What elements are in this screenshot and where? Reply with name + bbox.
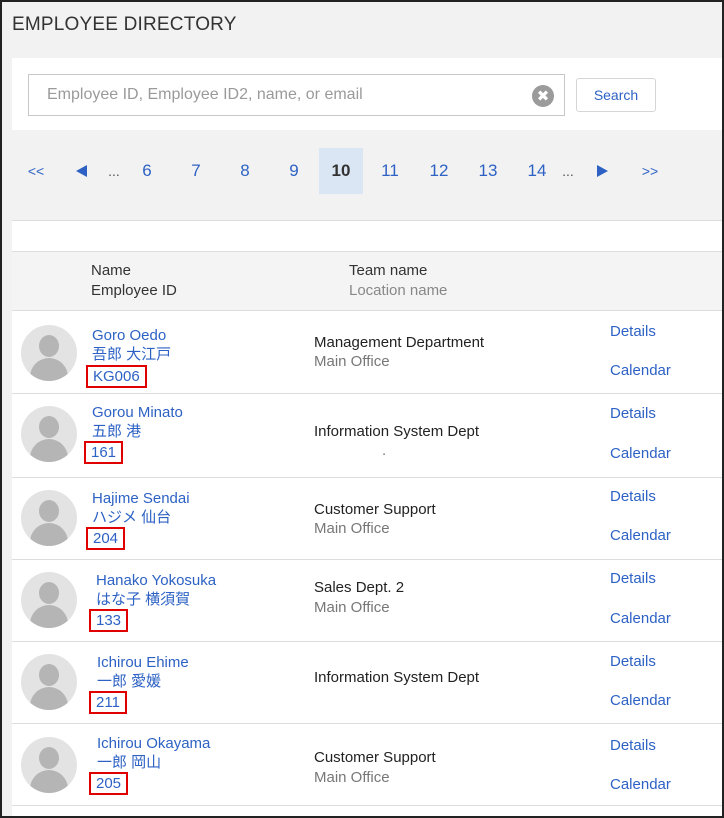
- employee-name-jp-link[interactable]: 五郎 港: [92, 422, 141, 441]
- avatar: [21, 406, 77, 462]
- location-name: Main Office: [314, 353, 390, 370]
- details-link[interactable]: Details: [610, 570, 656, 587]
- employee-name-link[interactable]: Ichirou Okayama: [97, 734, 210, 753]
- table-row: Ichirou Okayama 一郎 岡山 205 Customer Suppo…: [12, 724, 722, 806]
- details-link[interactable]: Details: [610, 653, 656, 670]
- page-link-6[interactable]: 6: [136, 148, 158, 194]
- avatar: [21, 737, 77, 793]
- employee-id-link[interactable]: 161: [84, 441, 124, 464]
- employee-id-link[interactable]: KG006: [86, 365, 147, 388]
- pagination-ellipsis-left: ...: [108, 163, 120, 179]
- details-link[interactable]: Details: [610, 405, 656, 422]
- employee-name-jp-link[interactable]: 一郎 愛媛: [97, 672, 161, 691]
- employee-id-link[interactable]: 211: [89, 691, 127, 714]
- avatar: [21, 654, 77, 710]
- employee-name-link[interactable]: Gorou Minato: [92, 403, 183, 422]
- avatar: [21, 490, 77, 546]
- details-link[interactable]: Details: [610, 323, 656, 340]
- employee-name-jp-link[interactable]: はな子 横須賀: [96, 590, 190, 609]
- employee-id-link[interactable]: 204: [86, 527, 126, 550]
- pagination: << ... 6 7 8 9 10 11 12 13 14 ... >>: [12, 148, 722, 196]
- details-link[interactable]: Details: [610, 488, 656, 505]
- page-link-13[interactable]: 13: [475, 148, 501, 194]
- column-header-team: Team name Location name: [349, 262, 448, 299]
- app-frame: EMPLOYEE DIRECTORY ✖ Search << ... 6 7 8…: [0, 0, 724, 818]
- employee-name-link[interactable]: Hanako Yokosuka: [96, 571, 216, 590]
- employee-name-jp-link[interactable]: ハジメ 仙台: [92, 508, 171, 527]
- employee-id-link[interactable]: 205: [89, 772, 129, 795]
- next-page-icon[interactable]: [597, 165, 608, 177]
- team-name: Customer Support: [314, 501, 436, 518]
- avatar: [21, 325, 77, 381]
- employee-name-link[interactable]: Ichirou Ehime: [97, 653, 189, 672]
- page-link-8[interactable]: 8: [234, 148, 256, 194]
- page-link-9[interactable]: 9: [283, 148, 305, 194]
- search-button[interactable]: Search: [576, 78, 656, 112]
- employee-name-jp-link[interactable]: 吾郎 大江戸: [92, 345, 171, 364]
- page-link-14[interactable]: 14: [524, 148, 550, 194]
- employee-name-link[interactable]: Hajime Sendai: [92, 489, 190, 508]
- calendar-link[interactable]: Calendar: [610, 527, 671, 544]
- table-row: Hanako Yokosuka はな子 横須賀 133 Sales Dept. …: [12, 560, 722, 642]
- page-title: EMPLOYEE DIRECTORY: [12, 14, 237, 35]
- avatar: [21, 572, 77, 628]
- team-name: Management Department: [314, 334, 485, 351]
- first-page-link[interactable]: <<: [24, 148, 48, 194]
- table-header: Name Employee ID Team name Location name: [12, 251, 722, 311]
- team-name: Information System Dept: [314, 423, 480, 440]
- calendar-link[interactable]: Calendar: [610, 776, 671, 793]
- calendar-link[interactable]: Calendar: [610, 610, 671, 627]
- team-name: Information System Dept: [314, 669, 480, 686]
- location-name: Main Office: [314, 599, 390, 616]
- calendar-link[interactable]: Calendar: [610, 445, 671, 462]
- team-name: Sales Dept. 2: [314, 579, 405, 596]
- search-input[interactable]: [29, 75, 564, 115]
- location-name: Main Office: [314, 769, 390, 786]
- employee-id-link[interactable]: 133: [89, 609, 129, 632]
- location-name: .: [382, 442, 387, 459]
- calendar-link[interactable]: Calendar: [610, 362, 671, 379]
- details-link[interactable]: Details: [610, 737, 656, 754]
- page-link-12[interactable]: 12: [426, 148, 452, 194]
- page-link-10-current[interactable]: 10: [319, 148, 363, 194]
- pagination-ellipsis-right: ...: [562, 163, 574, 179]
- table-row: Goro Oedo 吾郎 大江戸 KG006 Management Depart…: [12, 312, 722, 394]
- team-name: Customer Support: [314, 749, 436, 766]
- search-input-wrapper: ✖: [28, 74, 565, 116]
- search-bar: ✖ Search: [12, 58, 722, 130]
- table-row: Gorou Minato 五郎 港 161 Information System…: [12, 394, 722, 478]
- calendar-link[interactable]: Calendar: [610, 692, 671, 709]
- employee-name-jp-link[interactable]: 一郎 岡山: [97, 753, 161, 772]
- page-link-7[interactable]: 7: [185, 148, 207, 194]
- employee-table: Name Employee ID Team name Location name…: [12, 220, 722, 816]
- employee-name-link[interactable]: Goro Oedo: [92, 326, 166, 345]
- prev-page-icon[interactable]: [76, 165, 87, 177]
- last-page-link[interactable]: >>: [638, 148, 662, 194]
- table-row: Hajime Sendai ハジメ 仙台 204 Customer Suppor…: [12, 478, 722, 560]
- page-link-11[interactable]: 11: [377, 148, 403, 194]
- clear-search-icon[interactable]: ✖: [532, 85, 554, 107]
- location-name: Main Office: [314, 520, 390, 537]
- table-row: Ichirou Ehime 一郎 愛媛 211 Information Syst…: [12, 642, 722, 724]
- column-header-name: Name Employee ID: [91, 262, 177, 299]
